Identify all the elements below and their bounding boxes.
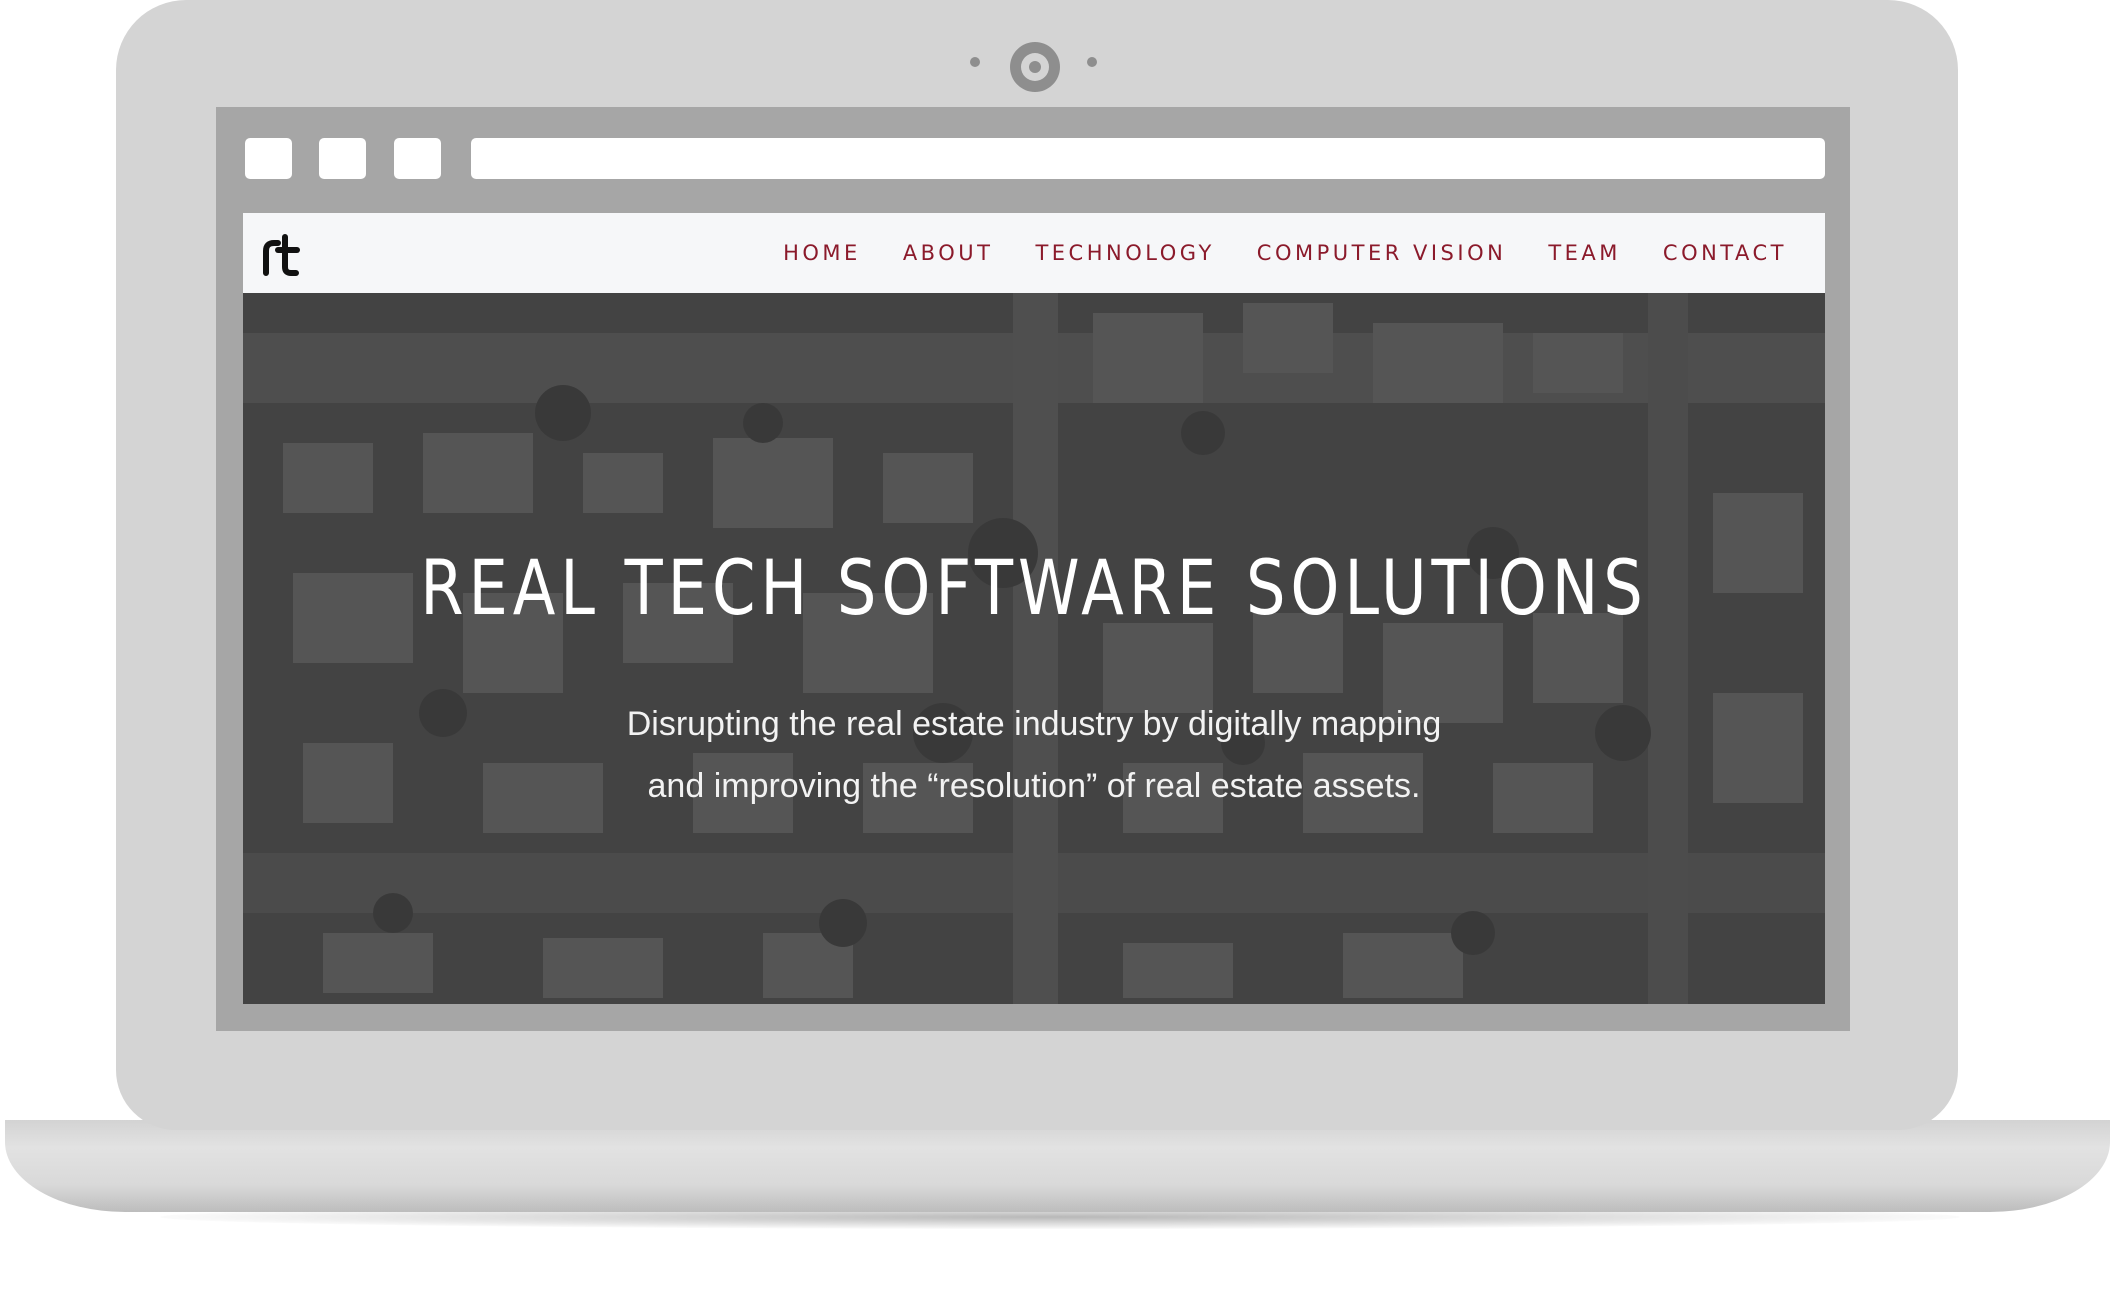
nav-contact[interactable]: CONTACT (1663, 241, 1787, 265)
window-button-3[interactable] (394, 138, 441, 179)
hero-section: REAL TECH SOFTWARE SOLUTIONS Disrupting … (243, 293, 1825, 1004)
aerial-neighborhood-image (243, 293, 1825, 1004)
hero-subtitle: Disrupting the real estate industry by d… (243, 693, 1825, 817)
camera-dot-right (1087, 57, 1097, 67)
hero-subtitle-line-2: and improving the “resolution” of real e… (647, 767, 1421, 805)
window-button-1[interactable] (245, 138, 292, 179)
webcam-icon (1010, 42, 1060, 92)
hero-title: REAL TECH SOFTWARE SOLUTIONS (420, 543, 1648, 632)
nav-computer-vision[interactable]: COMPUTER VISION (1257, 241, 1507, 265)
nav-menu: HOME ABOUT TECHNOLOGY COMPUTER VISION TE… (783, 213, 1787, 293)
hero-subtitle-line-1: Disrupting the real estate industry by d… (626, 705, 1442, 743)
camera-dot-left (970, 57, 980, 67)
window-button-2[interactable] (319, 138, 366, 179)
nav-home[interactable]: HOME (783, 241, 861, 265)
laptop-base (5, 1120, 2110, 1212)
rt-logo-icon[interactable] (261, 233, 301, 277)
nav-technology[interactable]: TECHNOLOGY (1035, 241, 1214, 265)
nav-about[interactable]: ABOUT (903, 241, 994, 265)
nav-team[interactable]: TEAM (1548, 241, 1621, 265)
laptop-mockup: HOME ABOUT TECHNOLOGY COMPUTER VISION TE… (0, 0, 2115, 1299)
website-viewport: HOME ABOUT TECHNOLOGY COMPUTER VISION TE… (243, 213, 1825, 1004)
site-navbar: HOME ABOUT TECHNOLOGY COMPUTER VISION TE… (243, 213, 1825, 293)
address-bar[interactable] (471, 138, 1825, 179)
